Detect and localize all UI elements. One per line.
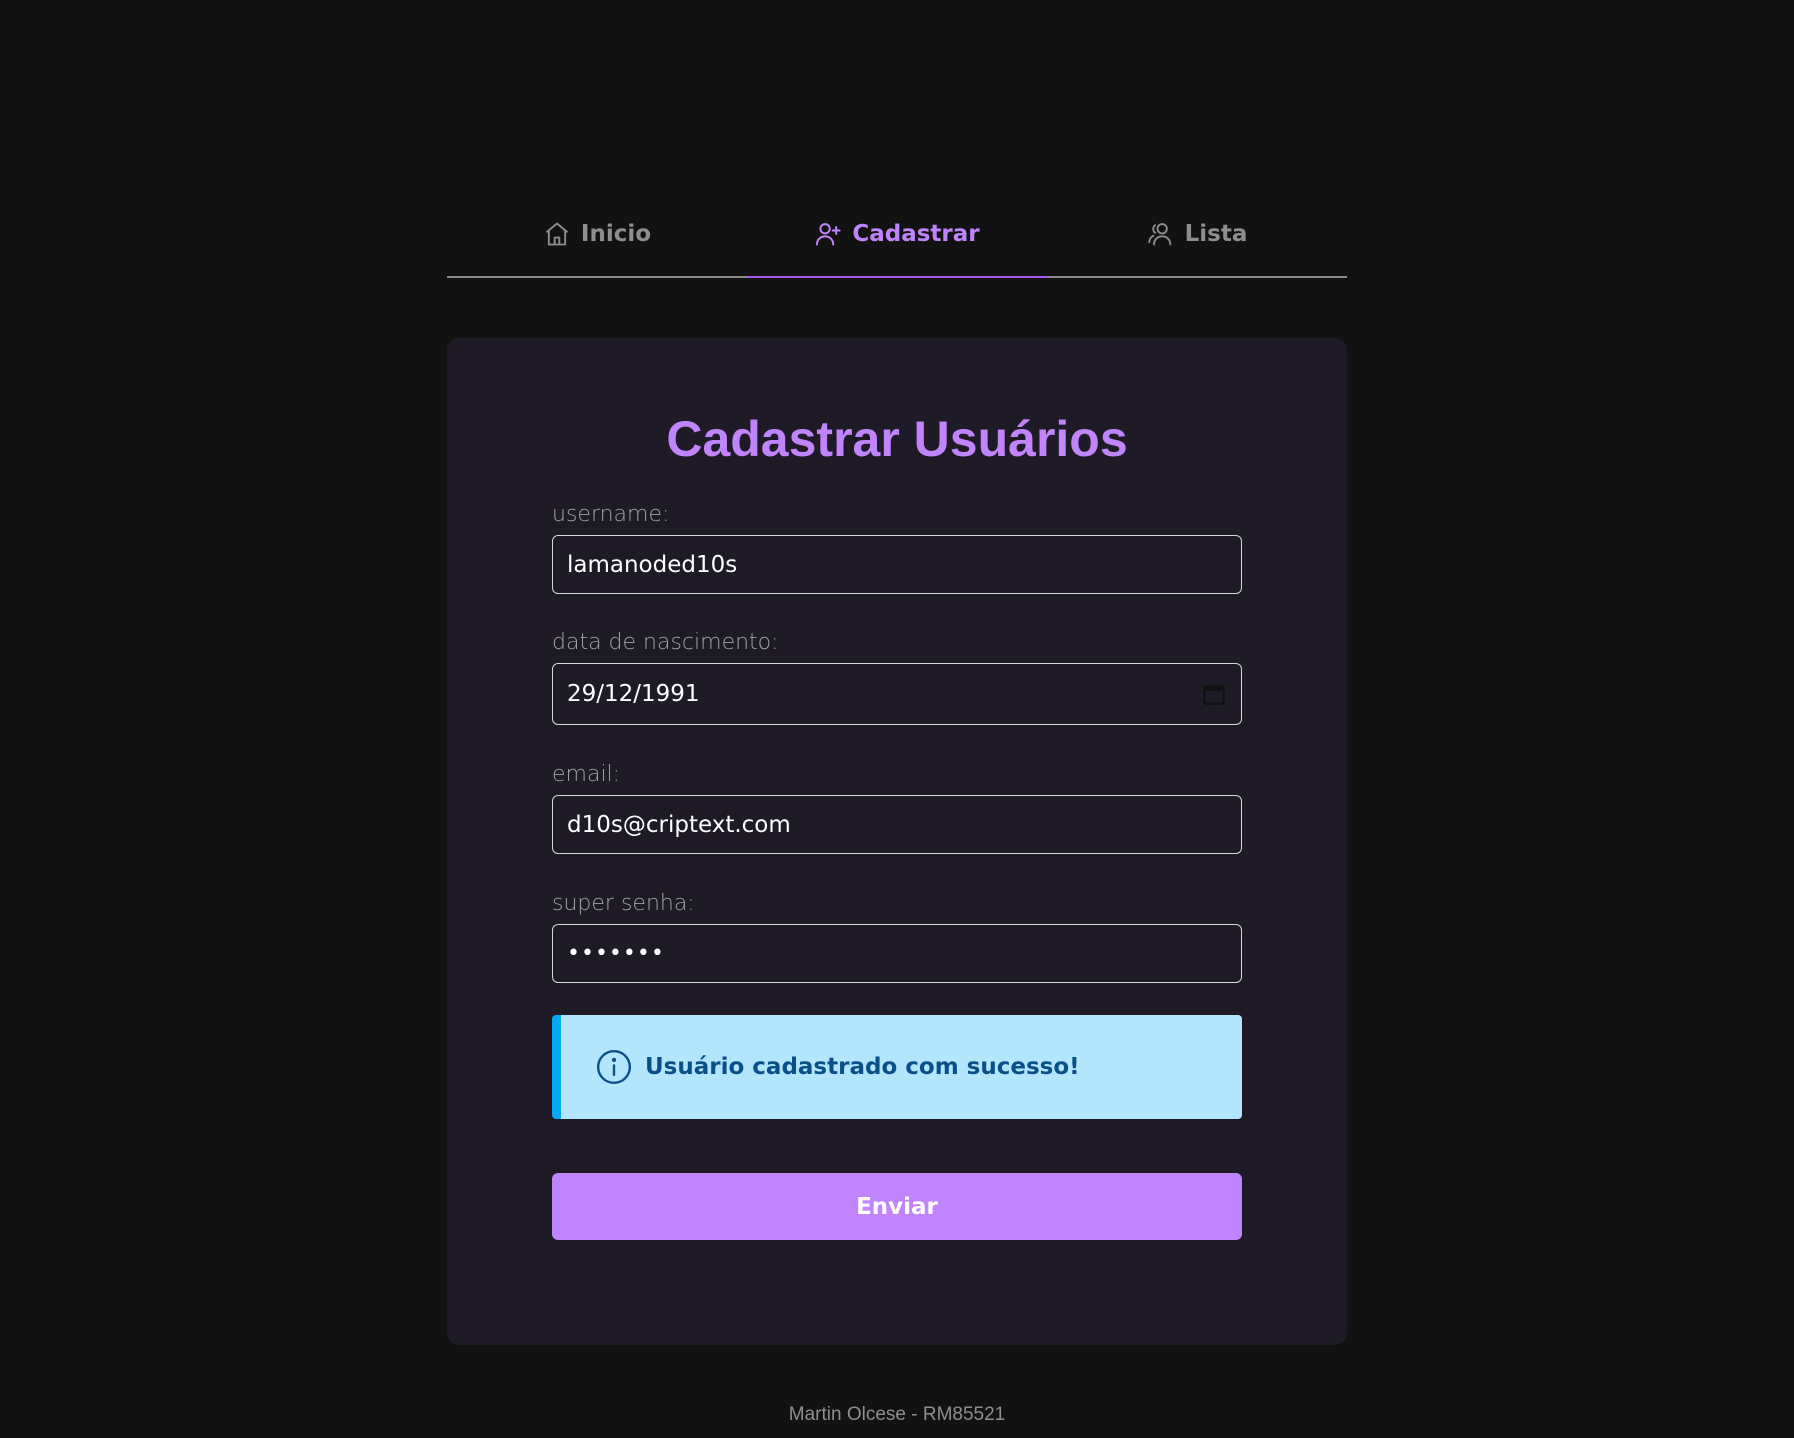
tab-bar: Inicio Cadastrar Lista — [447, 200, 1347, 278]
birthdate-input[interactable]: 29/12/1991 — [552, 663, 1242, 725]
page-title: Cadastrar Usuários — [666, 411, 1128, 467]
tab-inicio-label: Inicio — [580, 221, 652, 247]
register-card: Cadastrar Usuários username: lamanoded10… — [447, 338, 1347, 1345]
birthdate-value: 29/12/1991 — [567, 681, 700, 707]
username-label: username: — [552, 502, 670, 527]
email-group: email: d10s@criptext.com — [552, 762, 1242, 854]
tab-cadastrar[interactable]: Cadastrar — [747, 200, 1047, 278]
user-plus-icon — [816, 223, 842, 246]
tab-lista-label: Lista — [1184, 221, 1248, 247]
users-icon — [1148, 223, 1171, 246]
username-group: username: lamanoded10s — [552, 502, 1242, 594]
birthdate-group: data de nascimento: 29/12/1991 — [552, 630, 1242, 725]
success-alert: Usuário cadastrado com sucesso! — [552, 1015, 1242, 1119]
info-icon — [596, 1049, 632, 1085]
email-label: email: — [552, 762, 621, 787]
password-input[interactable]: ••••••• — [552, 924, 1242, 983]
email-input[interactable]: d10s@criptext.com — [552, 795, 1242, 854]
username-value: lamanoded10s — [567, 551, 738, 578]
alert-message: Usuário cadastrado com sucesso! — [645, 1054, 1080, 1080]
submit-button[interactable]: Enviar — [552, 1173, 1242, 1240]
tab-inicio[interactable]: Inicio — [447, 200, 747, 276]
tab-lista[interactable]: Lista — [1047, 200, 1347, 276]
password-label: super senha: — [552, 891, 695, 916]
footer-credit: Martin Olcese - RM85521 — [788, 1404, 1006, 1425]
page: Inicio Cadastrar Lista Cadastrar Usuário… — [0, 0, 1794, 1438]
birthdate-label: data de nascimento: — [552, 630, 779, 655]
password-value: ••••••• — [567, 941, 665, 966]
username-input[interactable]: lamanoded10s — [552, 535, 1242, 594]
password-group: super senha: ••••••• — [552, 891, 1242, 983]
home-icon — [545, 222, 569, 246]
tab-cadastrar-label: Cadastrar — [852, 221, 980, 247]
calendar-icon[interactable] — [1201, 681, 1227, 707]
email-value: d10s@criptext.com — [567, 811, 791, 838]
